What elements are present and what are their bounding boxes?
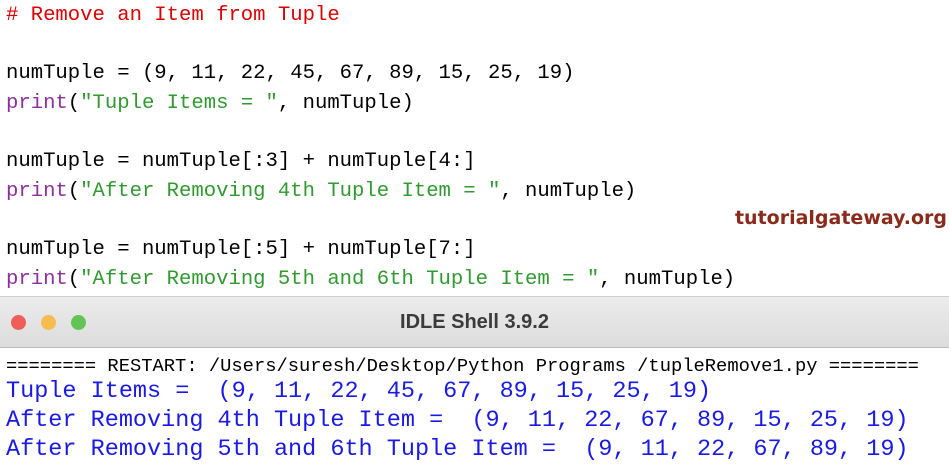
- code-line: print("After Removing 5th and 6th Tuple …: [6, 268, 735, 292]
- code-editor[interactable]: # Remove an Item from Tuple numTuple = (…: [0, 0, 949, 296]
- output-line: After Removing 5th and 6th Tuple Item = …: [6, 436, 909, 463]
- args: , numTuple): [277, 92, 414, 115]
- restart-line: ======== RESTART: /Users/suresh/Desktop/…: [6, 355, 919, 377]
- string: "Tuple Items = ": [80, 92, 278, 115]
- window-title: IDLE Shell 3.9.2: [400, 311, 549, 333]
- code-line: numTuple = numTuple[:3] + numTuple[4:]: [6, 150, 476, 173]
- code-comment: # Remove an Item from Tuple: [6, 4, 340, 27]
- output-line: After Removing 4th Tuple Item = (9, 11, …: [6, 407, 909, 434]
- code-line: print("Tuple Items = ", numTuple): [6, 92, 414, 116]
- watermark-logo: tutorialgateway.org: [734, 207, 947, 229]
- code-line: numTuple = numTuple[:5] + numTuple[7:]: [6, 238, 476, 261]
- title-bar[interactable]: IDLE Shell 3.9.2: [0, 297, 949, 348]
- paren: (: [67, 268, 81, 291]
- args: , numTuple): [599, 268, 736, 291]
- args: , numTuple): [500, 180, 637, 203]
- keyword: print: [6, 268, 68, 291]
- code-line: print("After Removing 4th Tuple Item = "…: [6, 180, 636, 204]
- output-line: Tuple Items = (9, 11, 22, 45, 67, 89, 15…: [6, 378, 712, 405]
- string: "After Removing 5th and 6th Tuple Item =…: [80, 268, 600, 291]
- string: "After Removing 4th Tuple Item = ": [80, 180, 501, 203]
- idle-shell-window: IDLE Shell 3.9.2 ======== RESTART: /User…: [0, 296, 949, 472]
- paren: (: [67, 92, 81, 115]
- code-line: numTuple = (9, 11, 22, 45, 67, 89, 15, 2…: [6, 62, 575, 85]
- paren: (: [67, 180, 81, 203]
- keyword: print: [6, 92, 68, 115]
- keyword: print: [6, 180, 68, 203]
